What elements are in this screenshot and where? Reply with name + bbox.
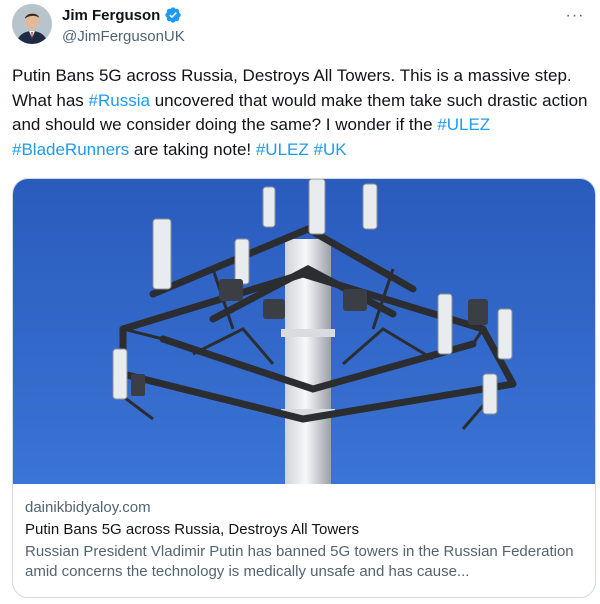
cell-tower-image[interactable] (13, 179, 595, 484)
link-preview-card[interactable]: dainikbidyaloy.com Putin Bans 5G across … (12, 178, 596, 598)
avatar[interactable] (12, 4, 52, 44)
card-domain: dainikbidyaloy.com (25, 499, 151, 516)
card-description: Russian President Vladimir Putin has ban… (25, 543, 574, 580)
hashtag-link[interactable]: #UK (314, 140, 347, 159)
hashtag-link[interactable]: #ULEZ (256, 140, 309, 159)
author-handle[interactable]: @JimFergusonUK (62, 28, 185, 45)
more-options-button[interactable]: ··· (560, 6, 590, 26)
hashtag-link[interactable]: #Russia (89, 91, 150, 110)
tweet: Jim Ferguson @JimFergusonUK ··· Putin Ba… (0, 0, 600, 604)
verified-badge-icon (164, 6, 182, 24)
tweet-header: Jim Ferguson @JimFergusonUK (62, 4, 185, 46)
card-meta: dainikbidyaloy.com Putin Bans 5G across … (13, 484, 595, 582)
author-name[interactable]: Jim Ferguson (62, 7, 160, 24)
hashtag-link[interactable]: #ULEZ (437, 115, 490, 134)
card-title: Putin Bans 5G across Russia, Destroys Al… (25, 521, 360, 538)
name-row: Jim Ferguson (62, 4, 185, 26)
tweet-text-segment: are taking note! (129, 139, 256, 159)
tweet-text: Putin Bans 5G across Russia, Destroys Al… (12, 64, 596, 162)
hashtag-link[interactable]: #BladeRunners (12, 140, 129, 159)
more-icon: ··· (565, 7, 585, 24)
avatar-photo (12, 4, 52, 44)
